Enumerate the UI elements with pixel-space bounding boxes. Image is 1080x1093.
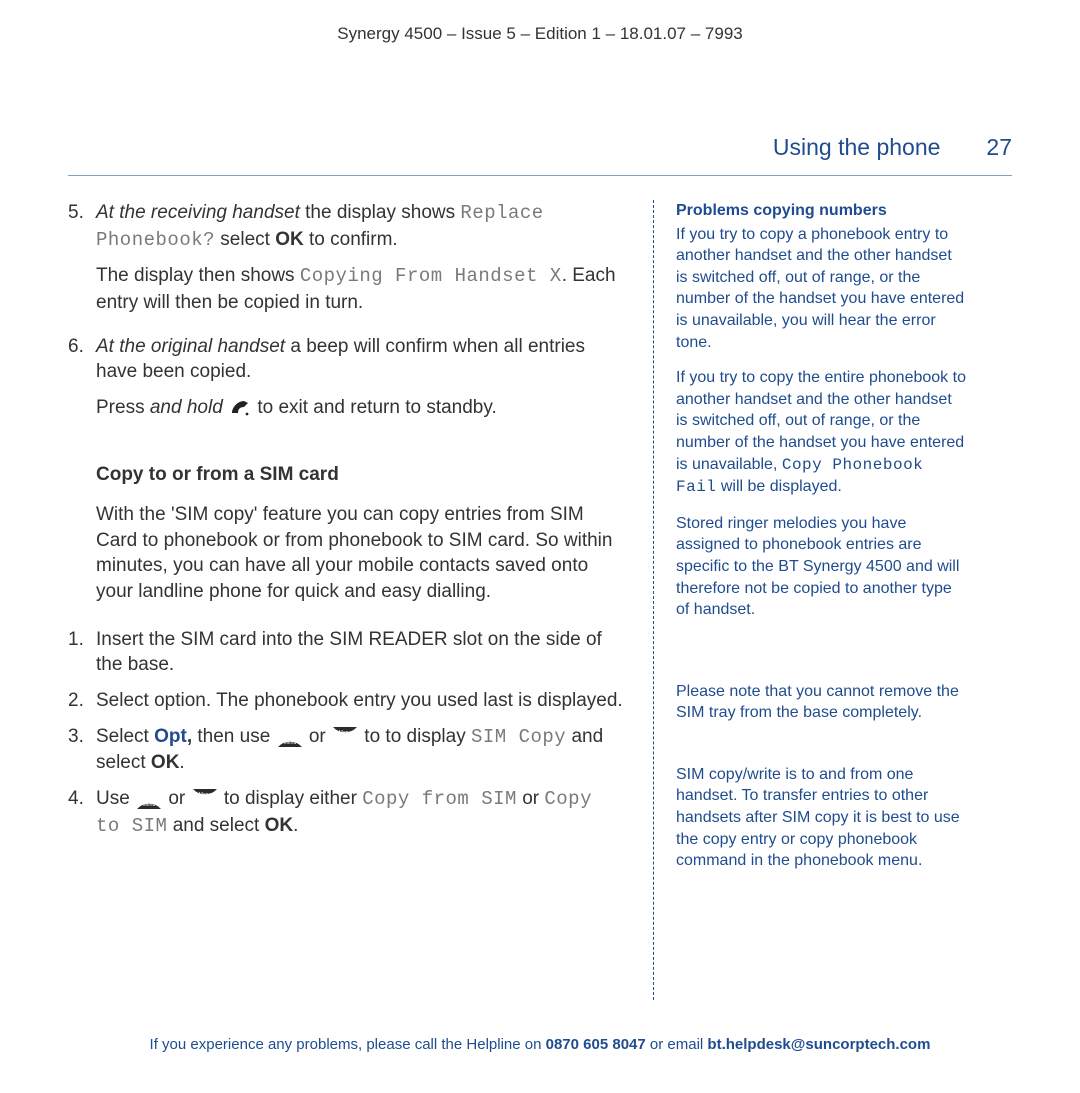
page-number: 27 — [986, 134, 1012, 161]
down-menu-icon: Menu — [191, 789, 219, 809]
lcd-text: Copy from SIM — [362, 788, 517, 810]
lcd-text: SIM Copy — [471, 726, 566, 748]
opt-label: Opt — [154, 726, 187, 747]
text: Press — [96, 397, 150, 418]
step-number: 2. — [68, 688, 96, 714]
ok-label: OK — [265, 815, 294, 836]
sidebar-paragraph: If you try to copy the entire phonebook … — [676, 367, 966, 499]
text: . — [179, 752, 184, 773]
sim-step-1: 1. Insert the SIM card into the SIM READ… — [68, 627, 623, 678]
sim-intro: With the 'SIM copy' feature you can copy… — [96, 502, 623, 605]
main-column: 5. At the receiving handset the display … — [68, 200, 653, 1000]
step-text: Use Menu or Menu to display either Copy … — [96, 786, 623, 839]
text: . — [293, 815, 298, 836]
sidebar-paragraph: If you try to copy a phonebook entry to … — [676, 224, 966, 354]
text: or — [168, 788, 190, 809]
page: Synergy 4500 – Issue 5 – Edition 1 – 18.… — [0, 0, 1080, 1093]
sidebar-paragraph: SIM copy/write is to and from one handse… — [676, 764, 966, 872]
text: and select — [167, 815, 264, 836]
lcd-text: Copying From Handset X — [300, 265, 562, 287]
text: to display either — [224, 788, 362, 809]
sim-step-4: 4. Use Menu or Menu to display either Co… — [68, 786, 623, 839]
text: Select — [96, 726, 154, 747]
italic-phrase: and hold — [150, 397, 223, 418]
sim-heading: Copy to or from a SIM card — [96, 462, 623, 488]
text: to to display — [364, 726, 471, 747]
step-number: 4. — [68, 786, 96, 839]
italic-phrase: At the original handset — [96, 336, 285, 357]
up-menu-icon: Menu — [135, 789, 163, 809]
step-text: At the receiving handset the display sho… — [96, 200, 623, 253]
column-divider — [653, 200, 654, 1000]
text: Use — [96, 788, 135, 809]
section-header: Using the phone 27 — [68, 134, 1012, 161]
italic-phrase: At the receiving handset — [96, 202, 300, 223]
sidebar-paragraph: Please note that you cannot remove the S… — [676, 681, 966, 724]
text: to exit and return to standby. — [257, 397, 496, 418]
step-number: 3. — [68, 724, 96, 776]
up-menu-icon: Menu — [276, 727, 304, 747]
text: or — [309, 726, 331, 747]
footer-phone: 0870 605 8047 — [546, 1036, 646, 1053]
footer: If you experience any problems, please c… — [68, 1036, 1012, 1053]
sidebar-paragraph: Stored ringer melodies you have assigned… — [676, 513, 966, 621]
footer-email: bt.helpdesk@suncorptech.com — [707, 1036, 930, 1053]
section-title: Using the phone — [773, 134, 941, 161]
step-5: 5. At the receiving handset the display … — [68, 200, 623, 253]
step-number: 6. — [68, 334, 96, 385]
ok-label: OK — [151, 752, 180, 773]
step-6: 6. At the original handset a beep will c… — [68, 334, 623, 385]
svg-text:Menu: Menu — [198, 792, 211, 798]
step-text: Insert the SIM card into the SIM READER … — [96, 627, 623, 678]
footer-text: If you experience any problems, please c… — [150, 1036, 546, 1053]
text: The display then shows — [96, 265, 300, 286]
step-text: At the original handset a beep will conf… — [96, 334, 623, 385]
sim-step-2: 2. Select option. The phonebook entry yo… — [68, 688, 623, 714]
text: select — [215, 229, 275, 250]
step-number: 5. — [68, 200, 96, 253]
footer-text: or email — [646, 1036, 708, 1053]
step-text: Select option. The phonebook entry you u… — [96, 688, 623, 714]
sim-step-3: 3. Select Opt, then use Menu or Menu to … — [68, 724, 623, 776]
text: the display shows — [300, 202, 461, 223]
sidebar-heading: Problems copying numbers — [676, 200, 966, 222]
down-menu-icon: Menu — [331, 727, 359, 747]
ok-label: OK — [275, 229, 304, 250]
text: then use — [192, 726, 275, 747]
hangup-icon — [228, 397, 252, 419]
step-number: 1. — [68, 627, 96, 678]
step-5-continuation: The display then shows Copying From Hand… — [96, 263, 623, 315]
step-6-continuation: Press and hold to exit and return to sta… — [96, 395, 623, 421]
content-columns: 5. At the receiving handset the display … — [68, 200, 1012, 1000]
doc-header: Synergy 4500 – Issue 5 – Edition 1 – 18.… — [68, 24, 1012, 44]
text: or — [517, 788, 544, 809]
side-column: Problems copying numbers If you try to c… — [676, 200, 966, 1000]
text: to confirm. — [304, 229, 398, 250]
step-text: Select Opt, then use Menu or Menu to to … — [96, 724, 623, 776]
svg-text:Menu: Menu — [283, 740, 296, 746]
svg-text:Menu: Menu — [339, 730, 352, 736]
text: will be displayed. — [716, 478, 841, 495]
svg-text:Menu: Menu — [143, 802, 156, 808]
horizontal-rule — [68, 175, 1012, 176]
